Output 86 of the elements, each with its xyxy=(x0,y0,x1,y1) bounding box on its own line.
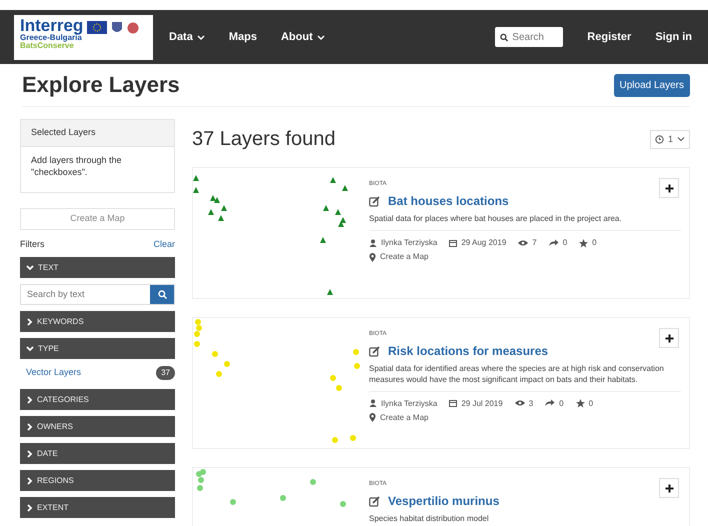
create-map-link[interactable]: Create a Map xyxy=(380,412,428,424)
emblem-icon xyxy=(127,20,140,34)
plus-icon xyxy=(664,334,674,343)
edit-icon xyxy=(369,496,380,507)
layer-description: Species habitat distribution model xyxy=(369,514,490,526)
chevron-right-icon xyxy=(26,422,33,431)
create-map-link[interactable]: Create a Map xyxy=(380,251,428,264)
add-button[interactable] xyxy=(659,178,679,198)
eye-icon xyxy=(514,399,525,408)
count-badge: 37 xyxy=(156,366,175,380)
view-count: 3 xyxy=(528,398,534,410)
filter-header[interactable]: CATEGORIES xyxy=(20,389,175,410)
author-name: Ilynka Terziyska xyxy=(381,237,438,250)
add-button[interactable] xyxy=(659,478,679,498)
search-icon[interactable] xyxy=(158,290,166,300)
nav-link[interactable]: Data xyxy=(169,28,205,46)
share-count: 0 xyxy=(559,398,564,410)
share-count: 0 xyxy=(562,237,568,250)
filters-label: Filters xyxy=(20,238,44,251)
date-text: 29 Aug 2019 xyxy=(461,237,506,250)
layer-title-link[interactable]: Vespertilio murinus xyxy=(388,492,500,510)
edit-icon xyxy=(369,196,380,207)
logo-region: Greece-Bulgaria xyxy=(20,34,82,42)
upload-button[interactable]: Upload Layers xyxy=(614,74,690,97)
chevron-right-icon xyxy=(26,318,33,326)
chevron-down-icon xyxy=(26,264,34,272)
filter-header[interactable]: KEYWORDS xyxy=(20,311,175,332)
flag-icon xyxy=(87,20,108,34)
nav-link[interactable]: Maps xyxy=(228,28,257,46)
user-icon xyxy=(369,238,377,248)
nav-link[interactable]: Sign in xyxy=(655,28,692,46)
results-heading: 37 Layers found xyxy=(192,127,336,152)
favorite-count: 0 xyxy=(588,398,594,410)
calendar-icon xyxy=(449,399,458,408)
edit-icon xyxy=(369,346,380,357)
logo-title: Interreg xyxy=(20,16,84,34)
calendar-icon xyxy=(449,238,458,248)
map-pin-icon xyxy=(369,252,376,262)
filter-header[interactable]: TEXT xyxy=(20,257,175,278)
text-search-field[interactable]: Search by text xyxy=(20,284,175,306)
type-filter-link[interactable]: Vector Layers xyxy=(26,366,82,380)
plus-icon xyxy=(664,484,674,493)
share-icon xyxy=(545,399,556,408)
chevron-down-icon xyxy=(26,345,34,352)
add-button[interactable] xyxy=(659,328,679,348)
emblem-icon xyxy=(111,20,124,34)
search-icon xyxy=(500,32,508,42)
map-pin-icon xyxy=(369,413,376,422)
layer-description: Spatial data for places where bat houses are placed in the project area. xyxy=(369,214,623,226)
chevron-right-icon xyxy=(26,504,33,512)
view-count: 7 xyxy=(532,237,537,250)
filter-header[interactable]: REGIONS xyxy=(20,470,175,492)
chevron-right-icon xyxy=(26,396,33,404)
filter-header[interactable]: DATE xyxy=(20,443,175,464)
logo-project: BatsConserve xyxy=(20,42,74,50)
page-title: Explore Layers xyxy=(22,72,180,98)
layer-description: Spatial data for identified areas where the species are at high risk and conservation measures would have the most significant impact on bats and their habitats. xyxy=(369,364,665,386)
plus-icon xyxy=(664,184,674,193)
share-icon xyxy=(548,238,559,248)
create-map-button[interactable]: Create a Map xyxy=(20,208,175,230)
nav-link[interactable]: About xyxy=(280,28,325,46)
filter-header[interactable]: OWNERS xyxy=(20,416,175,438)
chevron-right-icon xyxy=(26,450,33,458)
search-field[interactable]: Search xyxy=(495,27,564,47)
star-icon xyxy=(576,399,585,408)
favorite-count: 0 xyxy=(592,237,597,250)
author-name: Ilynka Terziyska xyxy=(381,398,438,410)
user-icon xyxy=(369,399,377,408)
caret-icon xyxy=(196,34,205,40)
date-text: 29 Jul 2019 xyxy=(461,398,503,410)
caret-icon xyxy=(677,136,685,142)
panel-title: Selected Layers xyxy=(21,120,174,147)
filter-header[interactable]: EXTENT xyxy=(20,497,175,518)
chevron-right-icon xyxy=(26,476,33,485)
filter-header[interactable]: TYPE xyxy=(20,338,175,360)
logo[interactable]: Interreg Greece-Bulgaria BatsConserve xyxy=(14,14,153,60)
clock-icon xyxy=(654,134,664,144)
nav-link[interactable]: Register xyxy=(587,28,632,46)
caret-icon xyxy=(316,34,325,40)
layer-title-link[interactable]: Risk locations for measures xyxy=(388,342,548,360)
star-icon xyxy=(579,238,588,248)
sort-button[interactable]: 1 xyxy=(650,130,690,150)
layer-title-link[interactable]: Bat houses locations xyxy=(388,192,509,210)
eye-icon xyxy=(518,238,528,248)
hint-text: Add layers through the "checkboxes". xyxy=(30,154,123,180)
clear-link[interactable]: Clear xyxy=(153,238,175,252)
